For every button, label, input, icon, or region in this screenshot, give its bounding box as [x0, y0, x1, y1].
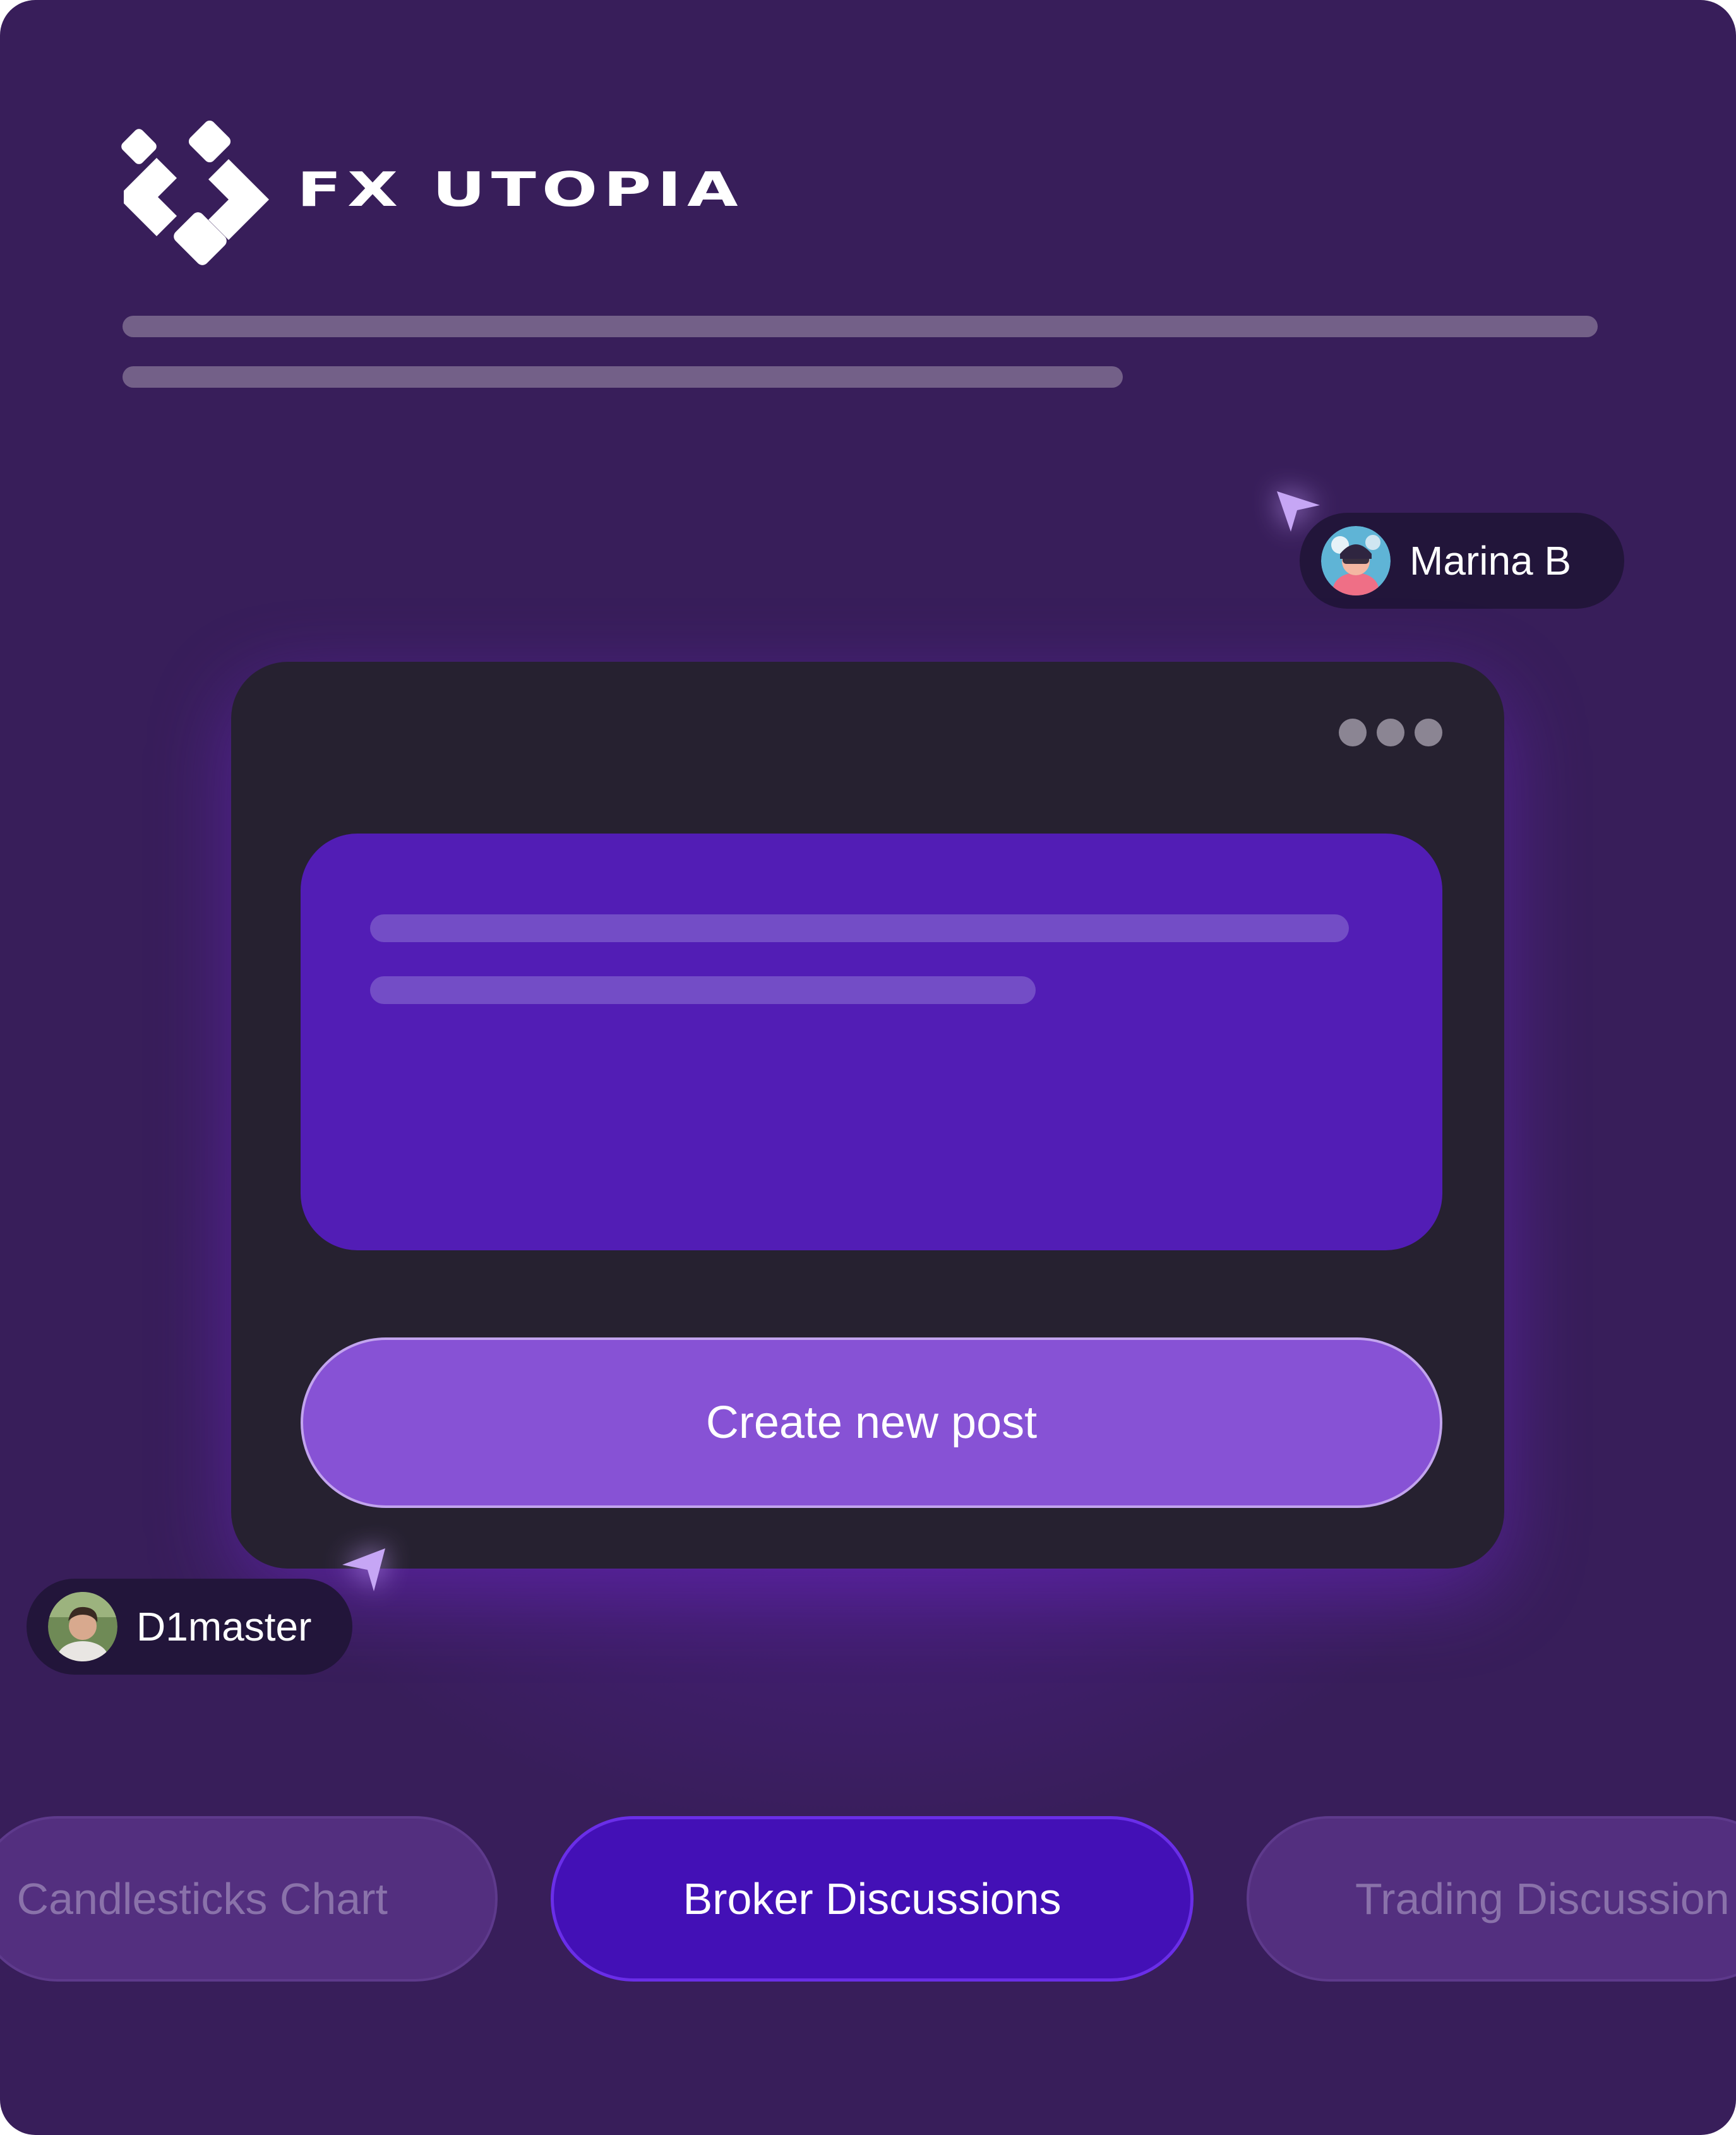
avatar-d1master: [48, 1592, 117, 1661]
brand-name: FX UTOPIA: [297, 162, 744, 217]
collaborator-name: Marina B: [1410, 538, 1572, 583]
collaborator-name: D1master: [136, 1604, 312, 1649]
tab-candlesticks-chart[interactable]: Candlesticks Chart: [0, 1816, 498, 1982]
collaborator-tag-marina: Marina B: [1300, 513, 1624, 609]
app-frame: FX UTOPIA Marina B Create new post D1mas…: [0, 0, 1736, 2135]
collaborator-tag-d1master: D1master: [27, 1579, 352, 1675]
more-horizontal-icon[interactable]: [1339, 719, 1442, 746]
avatar-marina: [1321, 526, 1391, 595]
tab-trading-discussion[interactable]: Trading Discussion: [1247, 1816, 1736, 1982]
post-preview-panel: [301, 834, 1442, 1250]
post-composer-card: Create new post: [231, 662, 1504, 1569]
fx-utopia-logo-icon: [121, 120, 269, 265]
header-placeholder-line-1: [123, 316, 1598, 337]
preview-placeholder-line-2: [370, 976, 1036, 1004]
create-new-post-button[interactable]: Create new post: [301, 1337, 1442, 1508]
preview-placeholder-line-1: [370, 914, 1349, 942]
header-placeholder-line-2: [123, 366, 1123, 388]
tab-broker-discussions[interactable]: Broker Discussions: [551, 1816, 1194, 1982]
cursor-arrow-icon: [342, 1548, 385, 1591]
